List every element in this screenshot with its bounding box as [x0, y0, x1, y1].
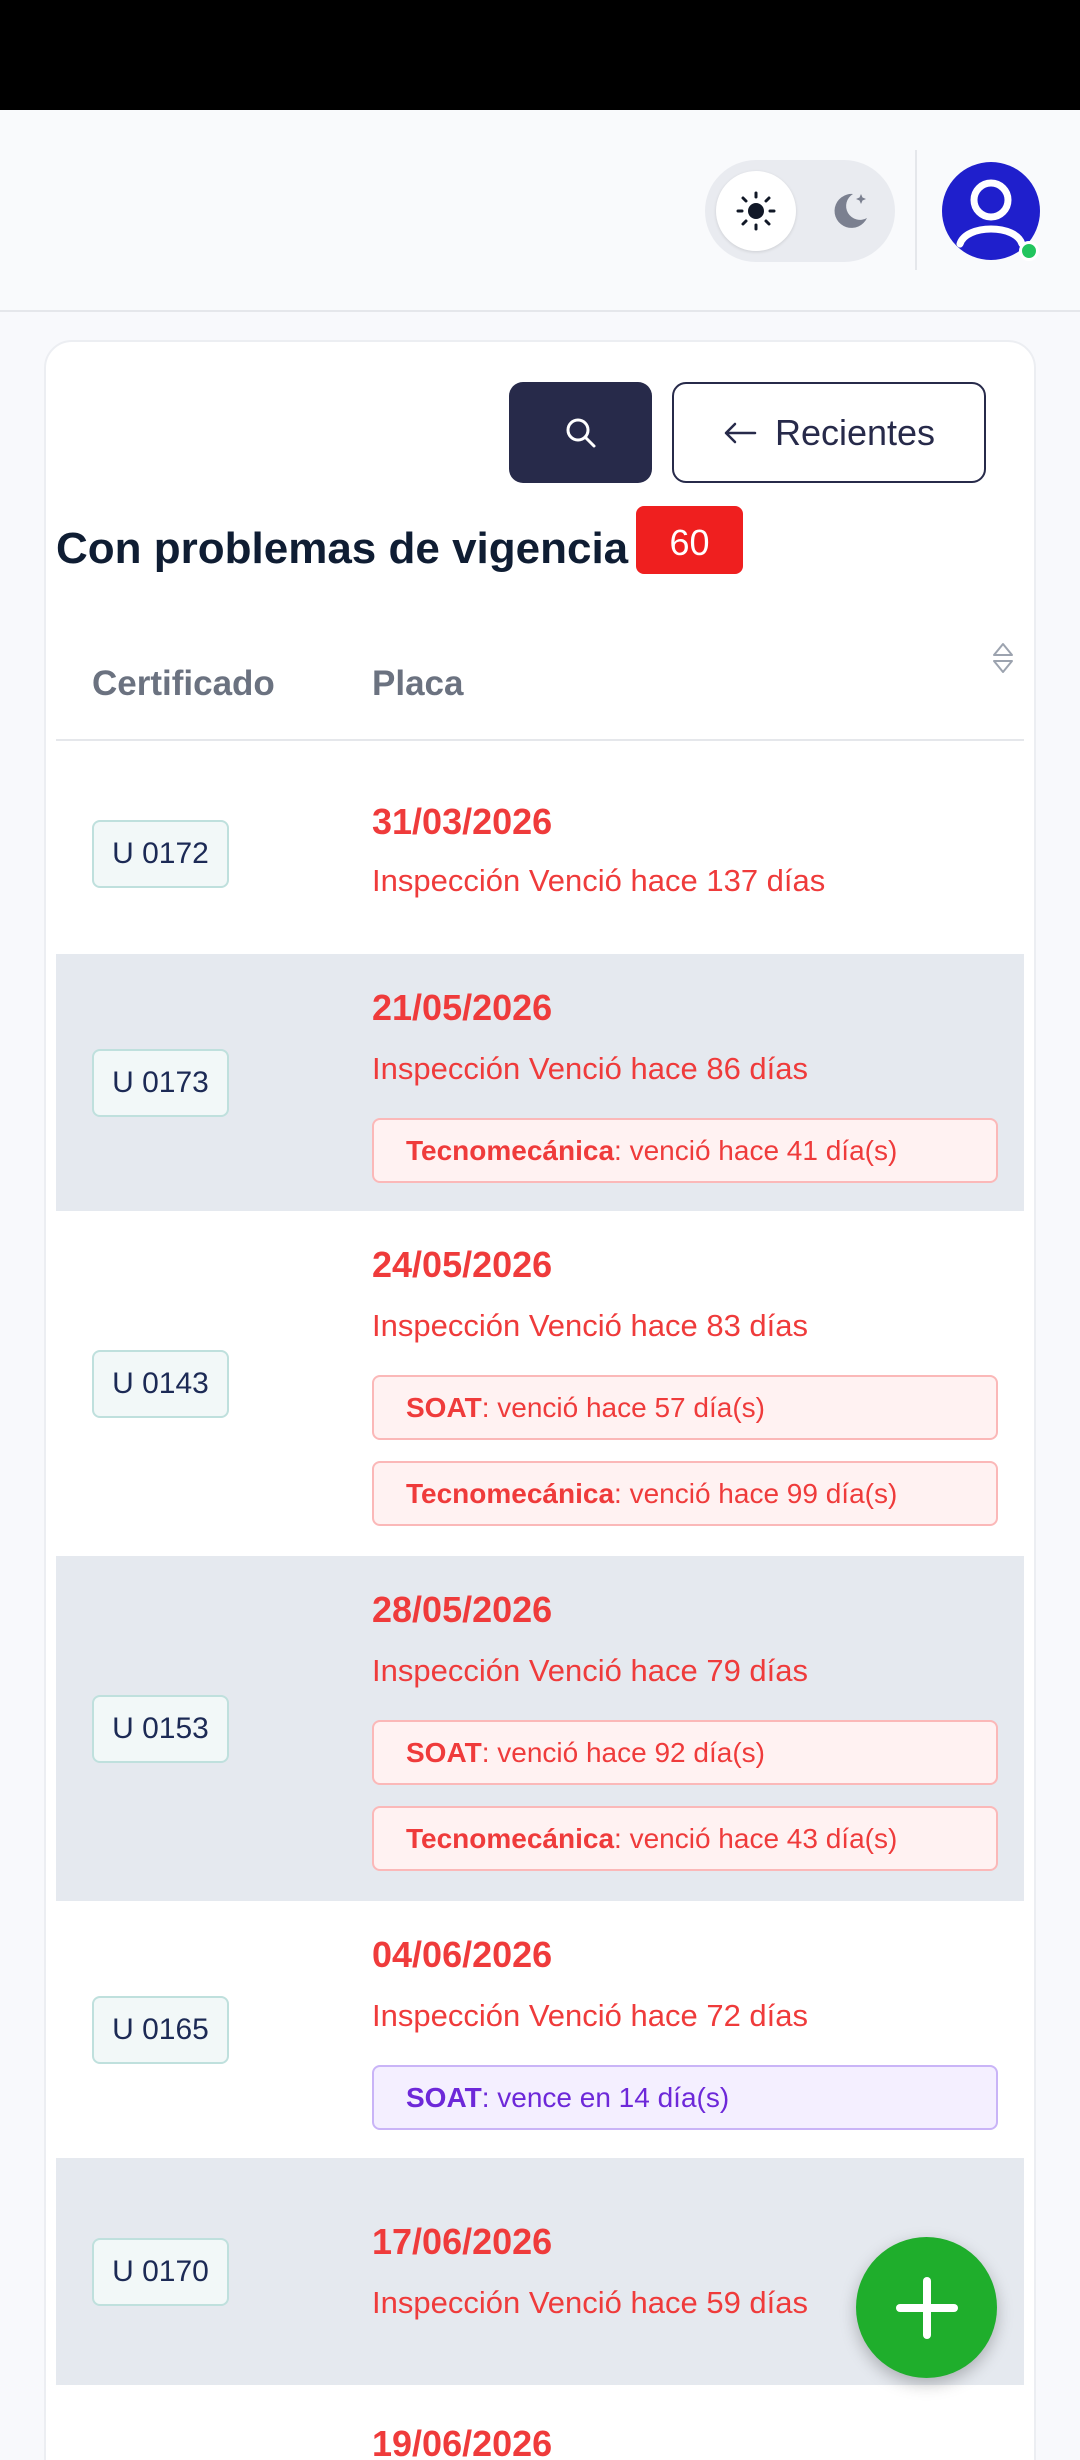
certificate-badge: U 0165 — [92, 1996, 229, 2064]
alert-tecnomecanica: Tecnomecánica: venció hace 43 día(s) — [372, 1806, 998, 1871]
certificate-badge: U 0170 — [92, 2238, 229, 2306]
expiry-date: 19/06/2026 — [372, 2423, 553, 2460]
alert-kind: Tecnomecánica — [406, 1477, 615, 1509]
search-button[interactable] — [509, 382, 652, 483]
inspection-status: Inspección Venció hace 72 días — [372, 1998, 809, 2033]
table-row[interactable]: 19/06/2026 — [56, 2385, 1024, 2460]
moon-icon[interactable] — [810, 171, 890, 251]
alert-text: : venció hace 57 día(s) — [481, 1391, 765, 1423]
inspection-status: Inspección Venció hace 83 días — [372, 1308, 809, 1343]
alert-text: : venció hace 41 día(s) — [614, 1134, 898, 1166]
alert-kind: Tecnomecánica — [406, 1134, 615, 1166]
theme-toggle[interactable] — [705, 160, 895, 262]
alert-text: : vence en 14 día(s) — [481, 2081, 730, 2113]
problem-count-badge: 60 — [636, 506, 743, 574]
table-row[interactable]: U 0165 04/06/2026 Inspección Venció hace… — [56, 1901, 1024, 2158]
alert-kind: SOAT — [406, 2081, 482, 2113]
alert-text: : venció hace 99 día(s) — [614, 1477, 898, 1509]
alert-soat: SOAT: venció hace 92 día(s) — [372, 1720, 998, 1785]
expiry-date: 04/06/2026 — [372, 1934, 553, 1975]
table-row[interactable]: U 0143 24/05/2026 Inspección Venció hace… — [56, 1211, 1024, 1556]
alert-text: : venció hace 43 día(s) — [614, 1822, 898, 1854]
sort-icon[interactable] — [990, 638, 1016, 678]
alert-kind: SOAT — [406, 1736, 482, 1768]
inspection-status: Inspección Venció hace 79 días — [372, 1653, 809, 1688]
section-title: Con problemas de vigencia — [56, 524, 629, 573]
column-header-certificado[interactable]: Certificado — [92, 664, 275, 704]
table-row[interactable]: U 0153 28/05/2026 Inspección Venció hace… — [56, 1556, 1024, 1901]
status-bar — [0, 0, 1080, 110]
online-status-dot — [1019, 241, 1039, 261]
table-row[interactable]: U 0172 31/03/2026 Inspección Venció hace… — [56, 741, 1024, 954]
certificate-badge: U 0143 — [92, 1350, 229, 1418]
certificate-badge: U 0153 — [92, 1695, 229, 1763]
expiry-date: 28/05/2026 — [372, 1589, 553, 1630]
alert-soat: SOAT: vence en 14 día(s) — [372, 2065, 998, 2130]
header-divider — [915, 150, 917, 270]
inspection-status: Inspección Venció hace 86 días — [372, 1051, 809, 1086]
expiry-date: 31/03/2026 — [372, 801, 553, 842]
vehicles-card: Recientes Con problemas de vigencia 60 C… — [44, 340, 1036, 2460]
expiry-date: 21/05/2026 — [372, 987, 553, 1028]
alert-text: : venció hace 92 día(s) — [481, 1736, 765, 1768]
alert-kind: SOAT — [406, 1391, 482, 1423]
recent-button[interactable]: Recientes — [672, 382, 986, 483]
plus-icon — [895, 2276, 958, 2339]
expiry-date: 17/06/2026 — [372, 2221, 553, 2262]
alert-soat: SOAT: venció hace 57 día(s) — [372, 1375, 998, 1440]
sun-icon[interactable] — [716, 171, 796, 251]
recent-button-label: Recientes — [774, 411, 936, 453]
certificate-badge: U 0172 — [92, 820, 229, 888]
alert-kind: Tecnomecánica — [406, 1822, 615, 1854]
inspection-status: Inspección Venció hace 137 días — [372, 863, 826, 898]
arrow-left-icon — [724, 422, 757, 443]
expiry-date: 24/05/2026 — [372, 1244, 553, 1285]
certificate-badge: U 0173 — [92, 1049, 229, 1117]
inspection-status: Inspección Venció hace 59 días — [372, 2285, 809, 2320]
top-bar — [0, 110, 1080, 312]
alert-tecnomecanica: Tecnomecánica: venció hace 99 día(s) — [372, 1461, 998, 1526]
alert-tecnomecanica: Tecnomecánica: venció hace 41 día(s) — [372, 1118, 998, 1183]
column-header-placa[interactable]: Placa — [372, 664, 463, 704]
add-button[interactable] — [856, 2237, 997, 2378]
search-icon — [566, 418, 595, 447]
table-row[interactable]: U 0173 21/05/2026 Inspección Venció hace… — [56, 954, 1024, 1211]
